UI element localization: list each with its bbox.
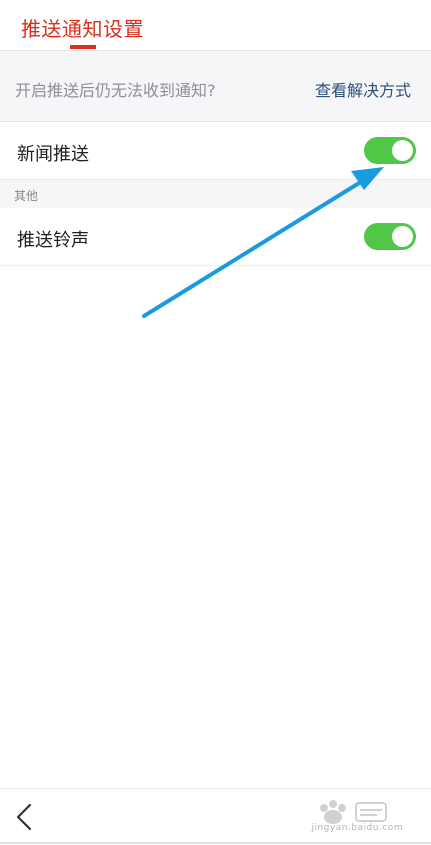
tab-active-indicator (70, 45, 96, 49)
bottom-bar: jingyan.baidu.com (0, 788, 431, 845)
setting-label: 新闻推送 (17, 144, 89, 165)
toggle-knob (392, 140, 413, 161)
section-label: 其他 (14, 189, 39, 203)
news-push-toggle[interactable] (364, 137, 416, 164)
push-ringtone-toggle[interactable] (364, 223, 416, 250)
chevron-left-icon (16, 803, 32, 831)
tab-push-notification-settings[interactable]: 推送通知设置 (21, 13, 144, 42)
setting-row-news-push: 新闻推送 (0, 122, 431, 180)
setting-row-push-ringtone: 推送铃声 (0, 208, 431, 266)
view-solution-link[interactable]: 查看解决方式 (315, 77, 411, 101)
setting-label: 推送铃声 (17, 230, 89, 251)
watermark-url: jingyan.baidu.com (311, 823, 403, 833)
help-bar: 开启推送后仍无法收到通知? 查看解决方式 (0, 51, 431, 122)
top-header: 推送通知设置 (0, 0, 431, 51)
back-button[interactable] (8, 797, 44, 837)
toggle-knob (392, 226, 413, 247)
help-text: 开启推送后仍无法收到通知? (15, 81, 216, 100)
section-header-other: 其他 (0, 180, 431, 208)
